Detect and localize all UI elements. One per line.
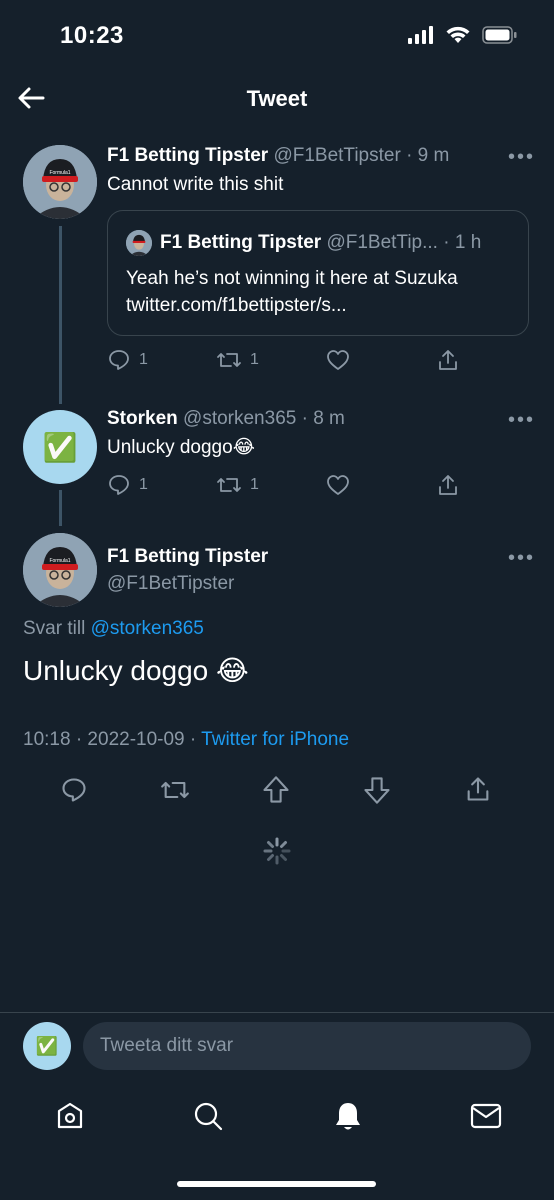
cap-man-avatar-image: Formula1 [23, 533, 97, 607]
share-icon[interactable] [436, 473, 460, 497]
reply-bar-divider [0, 1012, 554, 1013]
author-handle[interactable]: @F1BetTipster [273, 145, 400, 166]
tweet-author-line: Storken @storken365 · 8 m [107, 408, 345, 430]
main-tweet-text: Unlucky doggo 😂 [23, 655, 249, 686]
status-icons [408, 26, 518, 44]
tweet-timestamp: 10:18 · 2022-10-09 · [23, 729, 197, 750]
main-author-handle[interactable]: @F1BetTipster [107, 573, 234, 595]
cap-man-avatar-image [126, 230, 152, 256]
reply-button[interactable]: 1 [107, 348, 148, 372]
reply-input[interactable]: Tweeta ditt svar [83, 1022, 531, 1070]
quote-avatar [126, 230, 152, 256]
downvote-icon[interactable] [363, 775, 391, 805]
reply-to-link[interactable]: @storken365 [91, 618, 204, 639]
reply-prefix: Svar till [23, 618, 86, 639]
avatar[interactable]: Formula1 [23, 145, 97, 219]
author-name[interactable]: F1 Betting Tipster [107, 145, 268, 166]
messages-envelope-icon[interactable] [470, 1103, 502, 1129]
reply-icon[interactable] [60, 776, 88, 804]
main-author-name[interactable]: F1 Betting Tipster [107, 546, 268, 568]
tweet-text: Unlucky doggo😂 [107, 437, 255, 458]
retweet-icon [217, 353, 241, 367]
reply-context: Svar till @storken365 [23, 618, 204, 640]
retweet-button[interactable]: 1 [216, 348, 259, 372]
tweet-time: · 8 m [301, 408, 345, 429]
share-icon[interactable] [436, 348, 460, 372]
more-options-button[interactable]: ••• [508, 547, 535, 570]
cap-man-avatar-image: Formula1 [23, 145, 97, 219]
cellular-signal-icon [408, 26, 433, 44]
tweet-meta: 10:18 · 2022-10-09 · Twitter for iPhone [23, 729, 349, 751]
share-icon[interactable] [464, 775, 492, 803]
check-emoji: ✅ [42, 431, 78, 463]
cap-logo-text: Formula1 [49, 170, 70, 176]
retweet-count: 1 [250, 351, 259, 368]
check-emoji: ✅ [35, 1035, 59, 1056]
more-options-button[interactable]: ••• [508, 146, 535, 169]
reply-count: 1 [139, 351, 148, 368]
like-icon[interactable] [326, 474, 350, 496]
tweet-source-link[interactable]: Twitter for iPhone [201, 729, 349, 750]
loading-spinner-icon [263, 837, 291, 865]
search-icon[interactable] [193, 1101, 223, 1131]
notifications-bell-icon[interactable] [333, 1100, 363, 1132]
quote-author-handle: @F1BetTip... [326, 232, 438, 253]
tweet-author-line: F1 Betting Tipster @F1BetTipster · 9 m [107, 145, 449, 167]
retweet-icon [217, 478, 241, 492]
reply-icon [109, 350, 129, 370]
avatar[interactable]: Formula1 [23, 533, 97, 607]
quote-author-name: F1 Betting Tipster [160, 232, 322, 253]
thread-connector [59, 490, 62, 526]
tweet-time: · 9 m [406, 145, 450, 166]
page-title: Tweet [246, 86, 308, 111]
retweet-button[interactable]: 1 [216, 473, 259, 497]
status-time: 10:23 [60, 22, 124, 49]
reply-button[interactable]: 1 [107, 473, 148, 497]
battery-icon [482, 26, 517, 44]
quote-link: twitter.com/f1bettipster/s... [126, 295, 347, 316]
avatar[interactable]: ✅ [23, 410, 97, 484]
home-icon[interactable] [55, 1101, 85, 1131]
reply-icon [109, 475, 129, 495]
author-handle[interactable]: @storken365 [183, 408, 296, 429]
like-icon[interactable] [326, 349, 350, 371]
quote-text: Yeah he’s not winning it here at Suzuka [126, 268, 458, 289]
retweet-icon[interactable] [159, 776, 191, 804]
quote-author-line: F1 Betting Tipster @F1BetTip... · 1 h [160, 232, 481, 254]
home-indicator[interactable] [177, 1181, 376, 1187]
author-name[interactable]: Storken [107, 408, 178, 429]
upvote-icon[interactable] [262, 775, 290, 805]
cap-logo-text: Formula1 [49, 558, 70, 564]
retweet-count: 1 [250, 476, 259, 493]
my-avatar: ✅ [23, 1022, 71, 1070]
wifi-icon [446, 26, 470, 43]
quote-time: · 1 h [443, 232, 482, 253]
author-name[interactable]: F1 Betting Tipster [107, 546, 268, 567]
thread-connector [59, 226, 62, 404]
reply-count: 1 [139, 476, 148, 493]
more-options-button[interactable]: ••• [508, 409, 535, 432]
tweet-text: Cannot write this shit [107, 174, 284, 195]
